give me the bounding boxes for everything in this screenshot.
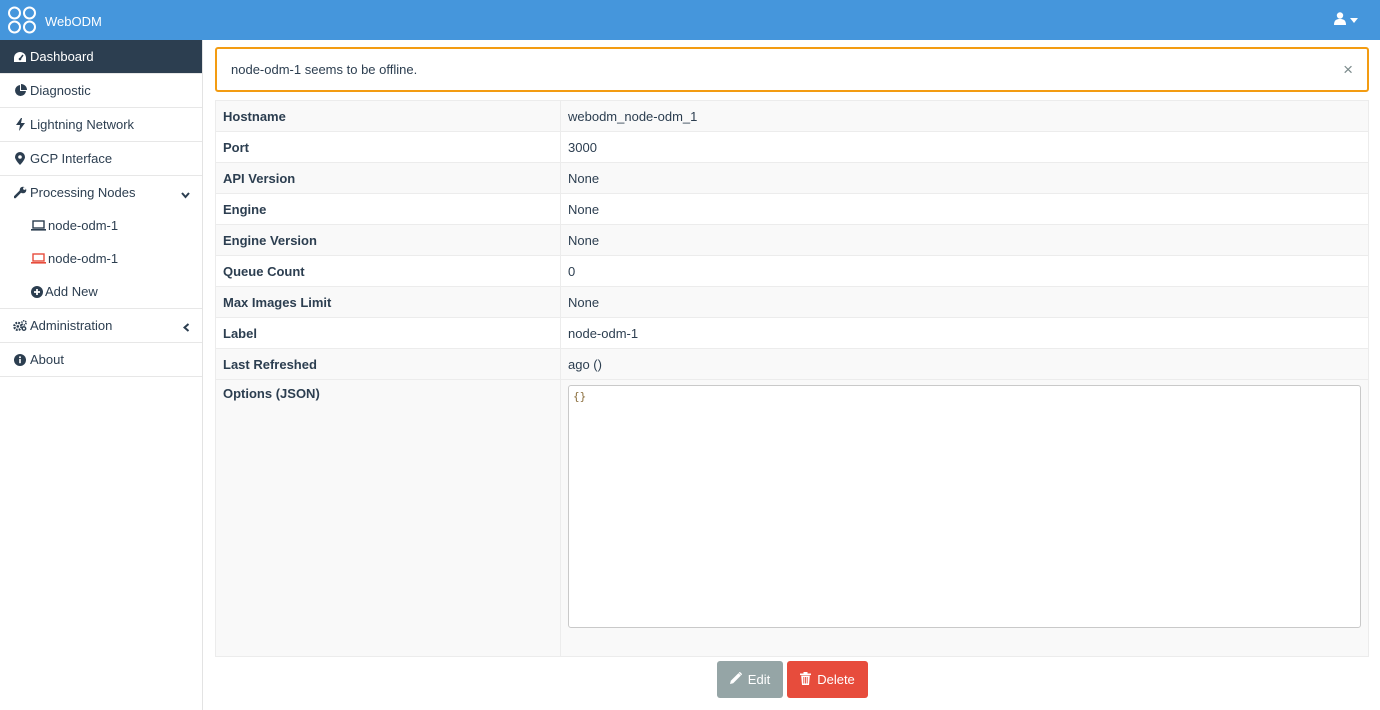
add-new-label: Add New: [45, 284, 98, 299]
sidebar-item-label: Diagnostic: [30, 83, 91, 98]
row-key: Queue Count: [215, 255, 561, 287]
node-label: node-odm-1: [48, 251, 119, 266]
row-value: None: [560, 224, 1369, 256]
alert-message: node-odm-1 seems to be offline.: [231, 62, 418, 77]
sidebar-item-label: Lightning Network: [30, 117, 135, 132]
row-key: Label: [215, 317, 561, 349]
pie-chart-icon: [13, 84, 27, 98]
sidebar-item-diagnostic[interactable]: Diagnostic: [0, 74, 202, 108]
row-key: API Version: [215, 162, 561, 194]
sidebar-item-processing-nodes[interactable]: Processing Nodes: [0, 176, 202, 209]
info-icon: [13, 353, 27, 367]
row-value: node-odm-1: [560, 317, 1369, 349]
close-icon[interactable]: ×: [1343, 61, 1353, 78]
table-row: Queue Count 0: [215, 255, 1369, 287]
webodm-logo-icon: [7, 6, 37, 37]
gears-icon: [13, 319, 27, 333]
delete-button[interactable]: Delete: [787, 661, 868, 698]
trash-icon: [800, 671, 812, 688]
row-key: Options (JSON): [215, 379, 561, 657]
node-item-online[interactable]: node-odm-1: [0, 209, 202, 242]
bolt-icon: [13, 118, 27, 132]
add-new-node[interactable]: Add New: [0, 275, 202, 308]
dashboard-icon: [13, 50, 27, 64]
edit-label: Edit: [747, 672, 771, 687]
sidebar-item-label: About: [30, 352, 64, 367]
row-value: None: [560, 286, 1369, 318]
user-menu-toggle[interactable]: [1334, 12, 1358, 28]
top-navbar: WebODM: [0, 0, 1380, 40]
sidebar-item-gcp-interface[interactable]: GCP Interface: [0, 142, 202, 176]
sidebar-item-about[interactable]: About: [0, 343, 202, 377]
row-value: ago (): [560, 348, 1369, 380]
table-row: Last Refreshed ago (): [215, 348, 1369, 380]
edit-button[interactable]: Edit: [717, 661, 783, 698]
wrench-icon: [13, 186, 27, 200]
row-value: webodm_node-odm_1: [560, 100, 1369, 132]
processing-nodes-list: node-odm-1 node-odm-1 Add New: [0, 209, 202, 309]
table-row-options: Options (JSON): [215, 379, 1369, 657]
delete-label: Delete: [817, 672, 855, 687]
row-key: Port: [215, 131, 561, 163]
caret-down-icon: [1350, 17, 1358, 23]
row-key: Engine: [215, 193, 561, 225]
sidebar-item-label: Dashboard: [30, 49, 94, 64]
user-icon: [1334, 12, 1346, 28]
pencil-icon: [729, 671, 742, 687]
sidebar-item-administration[interactable]: Administration: [0, 309, 202, 343]
node-info-table: Hostname webodm_node-odm_1 Port 3000 API…: [215, 100, 1369, 657]
row-key: Last Refreshed: [215, 348, 561, 380]
table-row: Max Images Limit None: [215, 286, 1369, 318]
table-row: Port 3000: [215, 131, 1369, 163]
node-item-offline[interactable]: node-odm-1: [0, 242, 202, 275]
table-row: Hostname webodm_node-odm_1: [215, 100, 1369, 132]
sidebar-item-lightning-network[interactable]: Lightning Network: [0, 108, 202, 142]
laptop-icon: [31, 253, 46, 264]
sidebar-item-label: GCP Interface: [30, 151, 113, 166]
plus-circle-icon: [31, 285, 43, 298]
sidebar-item-label: Processing Nodes: [30, 185, 136, 200]
row-value: None: [560, 193, 1369, 225]
row-value: 0: [560, 255, 1369, 287]
sidebar-item-dashboard[interactable]: Dashboard: [0, 40, 202, 74]
chevron-down-icon: [181, 187, 190, 202]
table-row: Label node-odm-1: [215, 317, 1369, 349]
row-value: None: [560, 162, 1369, 194]
node-label: node-odm-1: [48, 218, 119, 233]
laptop-icon: [31, 220, 46, 231]
sidebar-item-label: Administration: [30, 318, 113, 333]
offline-alert: node-odm-1 seems to be offline. ×: [215, 47, 1369, 92]
sidebar: Dashboard Diagnostic Lightning Network G…: [0, 40, 203, 710]
row-key: Engine Version: [215, 224, 561, 256]
table-row: Engine None: [215, 193, 1369, 225]
brand-name: WebODM: [45, 14, 102, 29]
options-json-editor[interactable]: [568, 385, 1361, 628]
map-marker-icon: [13, 152, 27, 166]
row-key: Hostname: [215, 100, 561, 132]
table-row: Engine Version None: [215, 224, 1369, 256]
node-actions: Edit Delete: [717, 661, 868, 698]
row-key: Max Images Limit: [215, 286, 561, 318]
brand[interactable]: WebODM: [7, 6, 102, 37]
chevron-left-icon: [182, 320, 190, 335]
table-row: API Version None: [215, 162, 1369, 194]
row-value: [560, 379, 1369, 657]
main-content: node-odm-1 seems to be offline. × Hostna…: [215, 47, 1369, 657]
row-value: 3000: [560, 131, 1369, 163]
